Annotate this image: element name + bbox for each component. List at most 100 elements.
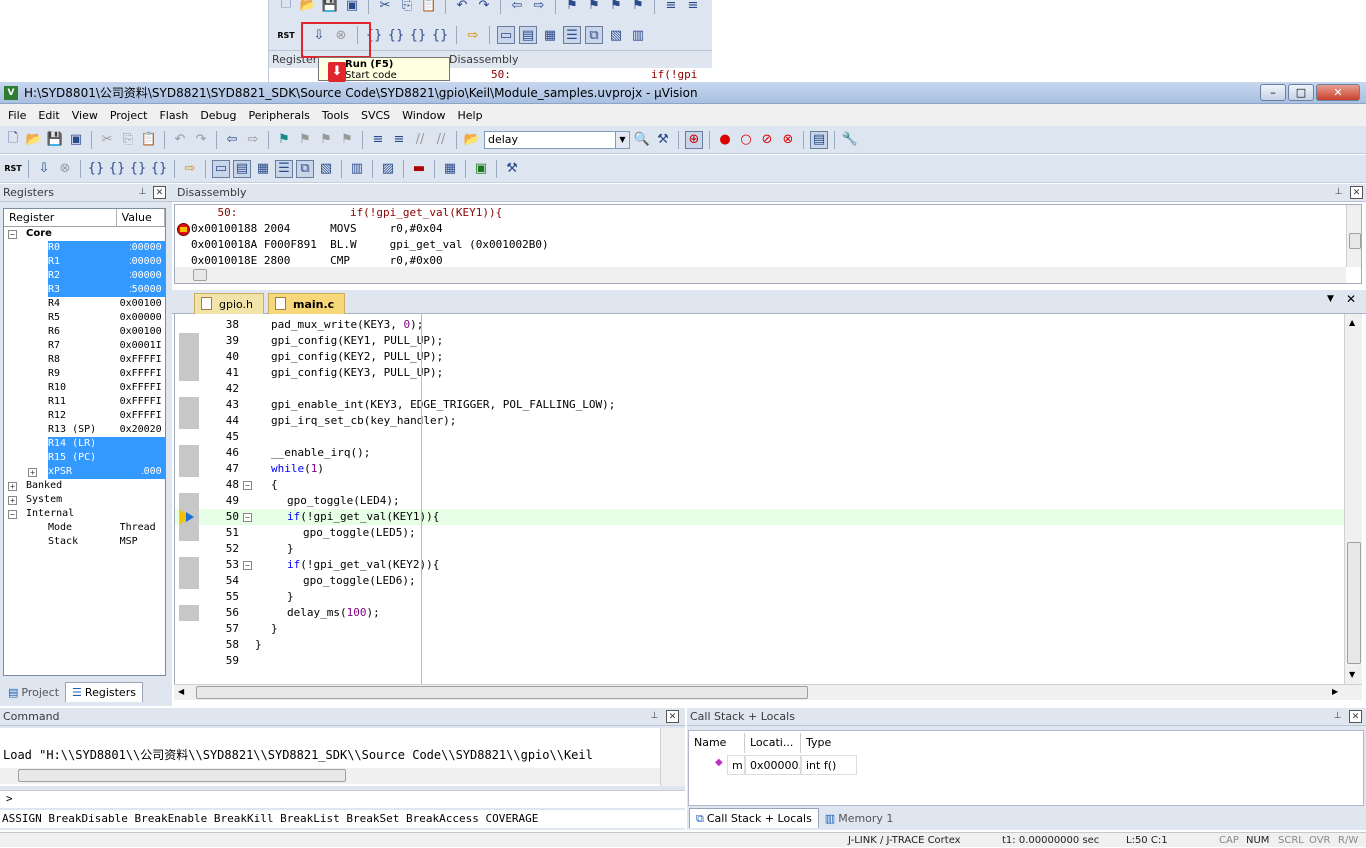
register-value[interactable]: 0x00100 xyxy=(120,297,165,311)
menu-window[interactable]: Window xyxy=(396,109,451,122)
code-line[interactable]: 57} xyxy=(175,621,1344,637)
fold-toggle-icon[interactable]: − xyxy=(243,481,252,490)
close-icon[interactable]: ✕ xyxy=(153,186,166,199)
tree-expander-icon[interactable]: + xyxy=(28,468,37,477)
menu-project[interactable]: Project xyxy=(104,109,154,122)
call-stack-window-icon[interactable]: ⧉ xyxy=(585,26,603,44)
disassembly-vscroll[interactable] xyxy=(1346,205,1361,267)
open-file-icon[interactable]: 📂 xyxy=(299,0,317,14)
open-file-icon[interactable]: 📂 xyxy=(25,131,43,149)
tab-gpio-h[interactable]: gpio.h xyxy=(194,293,265,314)
register-row[interactable]: R10 0xFFFFI xyxy=(4,381,165,395)
code-line[interactable]: 58} xyxy=(175,637,1344,653)
register-value[interactable]: 0xFFFFI xyxy=(120,381,165,395)
close-icon[interactable]: ✕ xyxy=(1346,292,1356,306)
cut-icon[interactable]: ✂ xyxy=(376,0,394,14)
callstack-type-cell[interactable]: int f() xyxy=(801,755,857,775)
redo-icon[interactable]: ↷ xyxy=(192,131,210,149)
register-column-header[interactable]: Register xyxy=(4,209,117,226)
enable-breakpoint-icon[interactable]: ○ xyxy=(737,131,755,149)
next-bookmark-icon[interactable]: ⚑ xyxy=(607,0,625,14)
register-row[interactable]: R5 0x00000 xyxy=(4,311,165,325)
symbols-window-icon[interactable]: ▦ xyxy=(254,160,272,178)
scroll-thumb[interactable] xyxy=(196,686,808,699)
back-icon[interactable]: ⇦ xyxy=(508,0,526,14)
register-value[interactable]: 0x0001I xyxy=(120,339,165,353)
register-value[interactable] xyxy=(120,479,165,493)
tree-expander-icon[interactable]: − xyxy=(8,510,17,519)
trace-window-icon[interactable]: ▦ xyxy=(441,160,459,178)
tab-registers[interactable]: ☰ Registers xyxy=(65,682,143,702)
menu-peripherals[interactable]: Peripherals xyxy=(243,109,316,122)
disassembly-instruction-line[interactable]: 0x00100188 2004 MOVS r0,#0x04 xyxy=(175,221,1361,237)
register-row[interactable]: +xPSR0x41000 xyxy=(4,465,165,479)
back-icon[interactable]: ⇦ xyxy=(223,131,241,149)
disassembly-instruction-line[interactable]: 0x0010018A F000F891 BL.W gpi_get_val (0x… xyxy=(175,237,1361,253)
register-value[interactable] xyxy=(120,507,165,521)
location-column-header[interactable]: Locati... xyxy=(745,733,801,753)
step-over-icon[interactable]: {} xyxy=(387,26,405,44)
register-row[interactable]: + System xyxy=(4,493,165,507)
command-output[interactable]: Load "H:\\SYD8801\\公司资料\\SYD8821\\SYD882… xyxy=(0,728,660,786)
step-into-icon[interactable]: {} xyxy=(87,160,105,178)
fold-toggle-icon[interactable]: − xyxy=(243,561,252,570)
run-icon[interactable]: ⇩ xyxy=(35,160,53,178)
forward-icon[interactable]: ⇨ xyxy=(530,0,548,14)
step-over-icon[interactable]: {} xyxy=(108,160,126,178)
register-row[interactable]: R6 0x00100 xyxy=(4,325,165,339)
pin-icon[interactable]: ⊥ xyxy=(648,710,661,723)
bookmark-icon[interactable]: ⚑ xyxy=(275,131,293,149)
code-line[interactable]: 54 gpo_toggle(LED6); xyxy=(175,573,1344,589)
register-row[interactable]: R1 0x00000 xyxy=(4,255,165,269)
find-combo[interactable]: delay ▼ xyxy=(484,130,630,149)
register-row[interactable]: − Internal xyxy=(4,507,165,521)
bookmark-icon[interactable]: ⚑ xyxy=(563,0,581,14)
close-button[interactable]: ✕ xyxy=(1316,84,1360,101)
register-value[interactable]: 0x00000 xyxy=(120,311,165,325)
register-row[interactable]: R0 0x00000 xyxy=(4,241,165,255)
menu-tools[interactable]: Tools xyxy=(316,109,355,122)
menu-svcs[interactable]: SVCS xyxy=(355,109,396,122)
menu-file[interactable]: File xyxy=(2,109,32,122)
register-row[interactable]: R9 0xFFFFI xyxy=(4,367,165,381)
code-line[interactable]: 49 gpo_toggle(LED4); xyxy=(175,493,1344,509)
code-line[interactable]: 47 while(1) xyxy=(175,461,1344,477)
register-row[interactable]: R4 0x00100 xyxy=(4,297,165,311)
pin-icon[interactable]: ⊥ xyxy=(1331,710,1344,723)
debug-session-icon[interactable]: ⊕ xyxy=(685,130,703,149)
reset-cpu-icon[interactable]: RST xyxy=(4,160,22,178)
register-row[interactable]: − Core xyxy=(4,227,165,241)
register-row[interactable]: Mode Thread xyxy=(4,521,165,535)
show-next-statement-icon[interactable]: ⇨ xyxy=(181,160,199,178)
code-line[interactable]: 39 gpi_config(KEY1, PULL_UP); xyxy=(175,333,1344,349)
name-column-header[interactable]: Name xyxy=(689,733,745,753)
disassembly-window-icon[interactable]: ▤ xyxy=(233,159,251,178)
code-line[interactable]: 52} xyxy=(175,541,1344,557)
register-row[interactable]: R11 0xFFFFI xyxy=(4,395,165,409)
find-in-files-icon[interactable]: 📂 xyxy=(463,131,481,149)
save-icon[interactable]: 💾 xyxy=(321,0,339,14)
watch-window-icon[interactable]: ▧ xyxy=(317,160,335,178)
register-row[interactable]: R14 (LR)0x00100 xyxy=(4,437,165,451)
new-file-icon[interactable]: 🗋 xyxy=(277,0,295,14)
command-hscroll[interactable] xyxy=(0,768,660,784)
paste-icon[interactable]: 📋 xyxy=(140,131,158,149)
register-row[interactable]: R7 0x0001I xyxy=(4,339,165,353)
code-line[interactable]: 56 delay_ms(100); xyxy=(175,605,1344,621)
code-line[interactable]: 38 pad_mux_write(KEY3, 0); xyxy=(175,317,1344,333)
tree-expander-icon[interactable]: + xyxy=(8,496,17,505)
code-line[interactable]: 44 gpi_irq_set_cb(key_handler); xyxy=(175,413,1344,429)
callstack-location-cell[interactable]: 0x00000... xyxy=(745,755,801,775)
scroll-left-icon[interactable]: ◀ xyxy=(178,687,184,696)
close-icon[interactable]: ✕ xyxy=(1350,186,1363,199)
disable-breakpoints-icon[interactable]: ⊘ xyxy=(758,131,776,149)
save-icon[interactable]: 💾 xyxy=(46,131,64,149)
tab-project[interactable]: ▤ Project xyxy=(2,682,65,702)
code-line[interactable]: 50− if(!gpi_get_val(KEY1)){ xyxy=(175,509,1344,525)
scroll-thumb[interactable] xyxy=(1347,542,1361,664)
register-value[interactable]: 0xFFFFI xyxy=(120,409,165,423)
copy-icon[interactable]: ⎘ xyxy=(119,131,137,149)
symbols-window-icon[interactable]: ▦ xyxy=(541,26,559,44)
scroll-thumb[interactable] xyxy=(193,269,207,281)
run-to-cursor-icon[interactable]: {} xyxy=(150,160,168,178)
